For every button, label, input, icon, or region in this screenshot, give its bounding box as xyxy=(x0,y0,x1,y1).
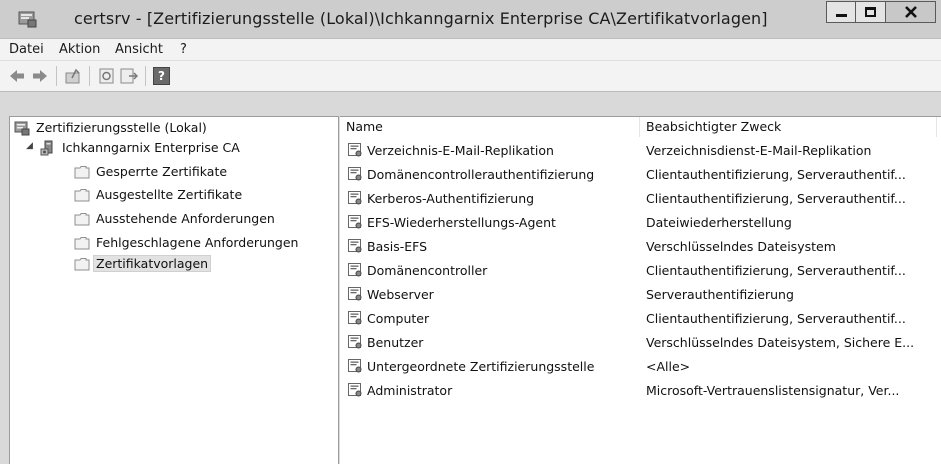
window-title: certsrv - [Zertifizierungsstelle (Lokal)… xyxy=(74,9,768,28)
folder-icon xyxy=(74,258,90,271)
template-purpose: Clientauthentifizierung, Serverauthentif… xyxy=(646,167,906,182)
table-row[interactable]: EFS-Wiederherstellungs-Agent Dateiwiederh… xyxy=(340,212,941,232)
table-row[interactable]: Untergeordnete Zertifizierungsstelle <All… xyxy=(340,356,941,376)
tree-item-label: Ausgestellte Zertifikate xyxy=(96,187,243,202)
template-purpose: Clientauthentifizierung, Serverauthentif… xyxy=(646,311,906,326)
toolbar: ? xyxy=(0,60,941,92)
template-purpose: Dateiwiederherstellung xyxy=(646,215,792,230)
close-icon xyxy=(905,6,917,18)
tree-item-label: Fehlgeschlagene Anforderungen xyxy=(96,235,299,250)
table-row[interactable]: Computer Clientauthentifizierung, Servera… xyxy=(340,308,941,328)
tree-item-ca-label: Ichkanngarnix Enterprise CA xyxy=(62,140,240,155)
folder-icon xyxy=(74,237,90,250)
folder-icon xyxy=(74,189,90,202)
certificate-template-icon xyxy=(348,359,362,373)
table-row[interactable]: Benutzer Verschlüsselndes Dateisystem, Si… xyxy=(340,332,941,352)
template-purpose: <Alle> xyxy=(646,359,691,374)
forward-icon[interactable] xyxy=(31,67,49,85)
back-icon[interactable] xyxy=(8,67,26,85)
maximize-button[interactable] xyxy=(856,1,886,23)
template-name: Kerberos-Authentifizierung xyxy=(367,191,535,206)
toolbar-separator xyxy=(89,66,90,86)
folder-icon xyxy=(74,213,90,226)
table-row[interactable]: Verzeichnis-E-Mail-Replikation Verzeichni… xyxy=(340,140,941,160)
ca-server-icon xyxy=(40,140,53,156)
template-purpose: Clientauthentifizierung, Serverauthentif… xyxy=(646,191,906,206)
folder-icon xyxy=(74,166,90,179)
expander-icon[interactable]: ◢ xyxy=(26,141,33,151)
certificate-template-icon xyxy=(348,215,362,229)
maximize-icon xyxy=(865,7,876,17)
template-purpose: Serverauthentifizierung xyxy=(646,287,794,302)
column-header-purpose[interactable]: Beabsichtigter Zweck xyxy=(640,117,936,137)
minimize-button[interactable] xyxy=(826,1,856,23)
menu-aktion[interactable]: Aktion xyxy=(59,42,100,57)
results-list[interactable]: Name Beabsichtigter Zweck Verzeichnis-E-… xyxy=(340,116,941,464)
title-bar[interactable]: certsrv - [Zertifizierungsstelle (Lokal)… xyxy=(0,0,941,38)
certificate-template-icon xyxy=(348,191,362,205)
table-row[interactable]: Basis-EFS Verschlüsselndes Dateisystem xyxy=(340,236,941,256)
table-row[interactable]: Kerberos-Authentifizierung Clientauthenti… xyxy=(340,188,941,208)
menu-datei[interactable]: Datei xyxy=(9,42,44,57)
certificate-template-icon xyxy=(348,287,362,301)
menu-bar: Datei Aktion Ansicht ? xyxy=(0,38,941,61)
refresh-icon[interactable] xyxy=(98,67,116,85)
minimize-icon xyxy=(836,14,847,17)
template-name: Administrator xyxy=(367,383,453,398)
menu-help[interactable]: ? xyxy=(180,42,187,57)
console-tree[interactable]: Zertifizierungsstelle (Lokal) ◢ Ichkanng… xyxy=(9,116,339,464)
help-icon[interactable]: ? xyxy=(153,67,170,85)
certificate-template-icon xyxy=(348,143,362,157)
certificate-template-icon xyxy=(348,311,362,325)
template-name: Untergeordnete Zertifizierungsstelle xyxy=(367,359,595,374)
tree-item-label: Zertifikatvorlagen xyxy=(92,255,212,272)
up-icon[interactable] xyxy=(64,67,82,85)
table-row[interactable]: Administrator Microsoft-Vertrauenslistens… xyxy=(340,380,941,400)
template-name: Computer xyxy=(367,311,430,326)
export-list-icon[interactable] xyxy=(120,67,138,85)
column-divider[interactable] xyxy=(936,117,937,137)
table-row[interactable]: Domänencontrollerauthentifizierung Client… xyxy=(340,164,941,184)
certificate-template-icon xyxy=(348,263,362,277)
template-name: Domänencontrollerauthentifizierung xyxy=(367,167,595,182)
tree-item-root-label: Zertifizierungsstelle (Lokal) xyxy=(36,120,207,135)
certsrv-root-icon xyxy=(14,121,30,136)
tree-item-label: Gesperrte Zertifikate xyxy=(96,164,228,179)
certsrv-app-icon[interactable] xyxy=(18,9,38,29)
certificate-template-icon xyxy=(348,167,362,181)
tree-item-label: Ausstehende Anforderungen xyxy=(96,211,275,226)
table-row[interactable]: Webserver Serverauthentifizierung xyxy=(340,284,941,304)
mmc-window: certsrv - [Zertifizierungsstelle (Lokal)… xyxy=(0,0,941,464)
template-name: Webserver xyxy=(367,287,434,302)
toolbar-separator xyxy=(145,66,146,86)
template-purpose: Clientauthentifizierung, Serverauthentif… xyxy=(646,263,906,278)
template-name: Basis-EFS xyxy=(367,239,428,254)
template-name: EFS-Wiederherstellungs-Agent xyxy=(367,215,556,230)
column-header-name[interactable]: Name xyxy=(340,117,636,137)
template-name: Domänencontroller xyxy=(367,263,488,278)
table-row[interactable]: Domänencontroller Clientauthentifizierung… xyxy=(340,260,941,280)
template-purpose: Microsoft-Vertrauenslistensignatur, Ver.… xyxy=(646,383,900,398)
template-name: Verzeichnis-E-Mail-Replikation xyxy=(367,143,554,158)
certificate-template-icon xyxy=(348,383,362,397)
template-name: Benutzer xyxy=(367,335,424,350)
template-purpose: Verschlüsselndes Dateisystem, Sichere E.… xyxy=(646,335,915,350)
certificate-template-icon xyxy=(348,239,362,253)
template-purpose: Verschlüsselndes Dateisystem xyxy=(646,239,836,254)
certificate-template-icon xyxy=(348,335,362,349)
menu-ansicht[interactable]: Ansicht xyxy=(115,42,163,57)
toolbar-separator xyxy=(56,66,57,86)
close-button[interactable] xyxy=(886,1,936,23)
template-purpose: Verzeichnisdienst-E-Mail-Replikation xyxy=(646,143,872,158)
